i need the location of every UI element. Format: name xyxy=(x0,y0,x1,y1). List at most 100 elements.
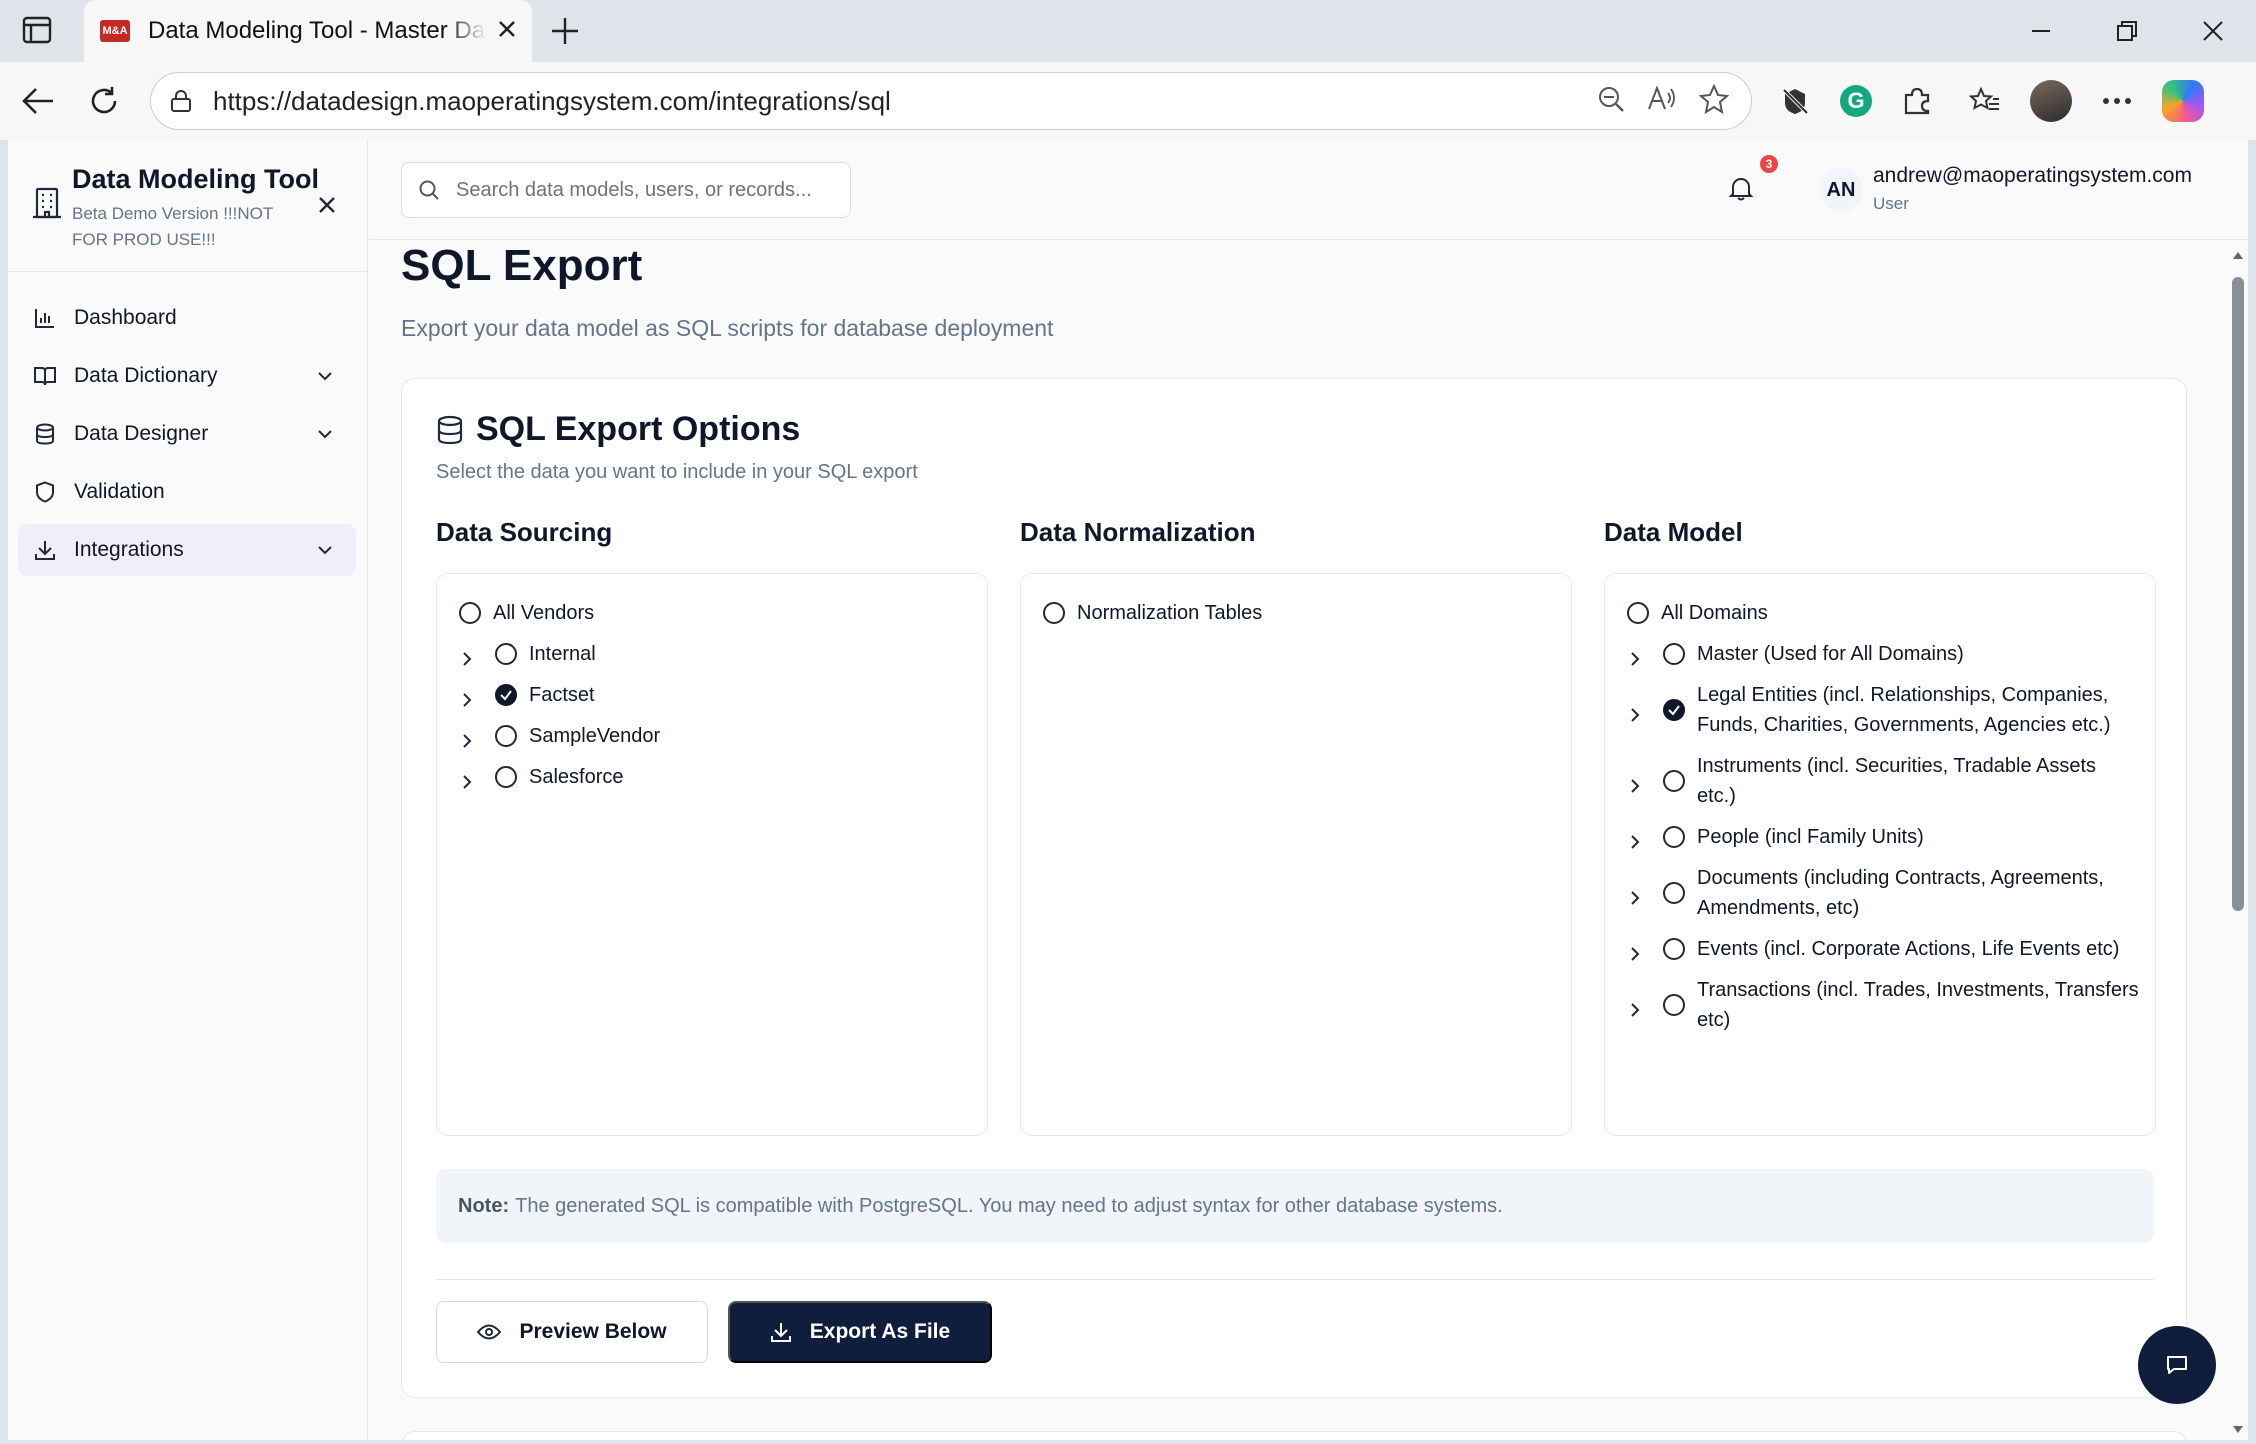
radio-unchecked[interactable] xyxy=(495,725,517,747)
scroll-down-arrow-icon[interactable] xyxy=(2232,1424,2244,1436)
radio-checked[interactable] xyxy=(495,684,517,706)
next-card-edge xyxy=(401,1431,2187,1440)
read-aloud-icon[interactable] xyxy=(1647,84,1677,118)
address-bar[interactable]: https://datadesign.maoperatingsystem.com… xyxy=(150,72,1752,130)
option-transactions[interactable]: Transactions (incl. Trades, Investments,… xyxy=(1605,975,2155,1035)
search-input[interactable] xyxy=(456,178,836,202)
chevron-right-icon[interactable] xyxy=(1627,997,1643,1017)
data-sourcing-box: All Vendors Internal Factset SampleVendo… xyxy=(436,573,988,1136)
window-close-icon[interactable] xyxy=(2170,0,2256,62)
export-as-file-button[interactable]: Export As File xyxy=(728,1301,992,1363)
card-title: SQL Export Options xyxy=(476,410,801,448)
avatar[interactable]: AN xyxy=(1819,168,1863,212)
sidebar-item-data-designer[interactable]: Data Designer xyxy=(18,408,356,460)
download-icon xyxy=(34,539,56,561)
back-arrow-icon[interactable] xyxy=(18,81,58,121)
restore-icon[interactable] xyxy=(2084,0,2170,62)
app-window: Data Modeling Tool Beta Demo Version !!!… xyxy=(8,140,2248,1440)
radio-unchecked[interactable] xyxy=(1663,770,1685,792)
sidebar-item-dashboard[interactable]: Dashboard xyxy=(18,292,356,344)
preview-below-button[interactable]: Preview Below xyxy=(436,1301,708,1363)
radio-unchecked[interactable] xyxy=(495,766,517,788)
chevron-right-icon[interactable] xyxy=(1627,702,1643,722)
checkmark-icon xyxy=(500,690,512,701)
site-info-lock-icon[interactable] xyxy=(169,89,193,113)
reload-icon[interactable] xyxy=(84,81,124,121)
chevron-right-icon[interactable] xyxy=(1627,773,1643,793)
option-factset[interactable]: Factset xyxy=(437,680,987,710)
radio-unchecked[interactable] xyxy=(1043,602,1065,624)
radio-unchecked[interactable] xyxy=(495,643,517,665)
browser-profile-avatar[interactable] xyxy=(2030,80,2072,122)
chevron-right-icon[interactable] xyxy=(1627,646,1643,666)
sidebar-item-data-dictionary[interactable]: Data Dictionary xyxy=(18,350,356,402)
option-all-domains[interactable]: All Domains xyxy=(1605,598,2155,628)
data-sourcing-column: Data Sourcing All Vendors Internal Facts… xyxy=(436,517,988,1136)
sidebar-item-validation[interactable]: Validation xyxy=(18,466,356,518)
data-model-box: All Domains Master (Used for All Domains… xyxy=(1604,573,2156,1136)
option-internal[interactable]: Internal xyxy=(437,639,987,669)
chevron-right-icon[interactable] xyxy=(1627,885,1643,905)
sidebar-menu: Dashboard Data Dictionary Data Designer … xyxy=(18,292,356,582)
option-label: Events (incl. Corporate Actions, Life Ev… xyxy=(1697,938,2120,960)
more-options-icon[interactable] xyxy=(2094,78,2140,124)
option-documents[interactable]: Documents (including Contracts, Agreemen… xyxy=(1605,863,2155,923)
chevron-right-icon[interactable] xyxy=(1627,829,1643,849)
option-legal-entities[interactable]: Legal Entities (incl. Relationships, Com… xyxy=(1605,680,2155,740)
option-people[interactable]: People (incl Family Units) xyxy=(1605,822,2155,852)
sidebar-item-integrations[interactable]: Integrations xyxy=(18,524,356,576)
extensions-puzzle-icon[interactable] xyxy=(1894,78,1940,124)
option-events[interactable]: Events (incl. Corporate Actions, Life Ev… xyxy=(1605,934,2155,964)
user-email[interactable]: andrew@maoperatingsystem.com xyxy=(1873,164,2192,188)
grammarly-icon[interactable]: G xyxy=(1840,85,1872,117)
radio-unchecked[interactable] xyxy=(1663,994,1685,1016)
chevron-right-icon[interactable] xyxy=(1627,941,1643,961)
sidebar-item-label: Data Designer xyxy=(74,422,209,445)
radio-unchecked[interactable] xyxy=(1663,643,1685,665)
chevron-down-icon[interactable] xyxy=(316,541,334,559)
option-all-vendors[interactable]: All Vendors xyxy=(437,598,987,628)
url-text[interactable]: https://datadesign.maoperatingsystem.com… xyxy=(213,86,1597,117)
tab-actions-icon[interactable] xyxy=(22,16,52,44)
app-header: 3 AN andrew@maoperatingsystem.com User xyxy=(369,140,2248,240)
minimize-icon[interactable] xyxy=(1998,0,2084,62)
radio-unchecked[interactable] xyxy=(1627,602,1649,624)
chevron-right-icon[interactable] xyxy=(459,646,475,666)
chevron-down-icon[interactable] xyxy=(316,367,334,385)
radio-unchecked[interactable] xyxy=(459,602,481,624)
tab-title: Data Modeling Tool - Master Data xyxy=(148,17,486,44)
radio-unchecked[interactable] xyxy=(1663,938,1685,960)
scrollbar-thumb[interactable] xyxy=(2232,277,2244,911)
radio-checked[interactable] xyxy=(1663,699,1685,721)
option-master[interactable]: Master (Used for All Domains) xyxy=(1605,639,2155,669)
chevron-down-icon[interactable] xyxy=(316,425,334,443)
app-subtitle: Beta Demo Version !!!NOT FOR PROD USE!!! xyxy=(72,204,273,249)
option-instruments[interactable]: Instruments (incl. Securities, Tradable … xyxy=(1605,751,2155,811)
close-sidebar-icon[interactable] xyxy=(316,194,338,216)
note-label: Note: xyxy=(458,1194,510,1217)
chevron-right-icon[interactable] xyxy=(459,687,475,707)
option-label: Transactions (incl. Trades, Investments,… xyxy=(1697,979,2139,1031)
data-normalization-column: Data Normalization Normalization Tables xyxy=(1020,517,1572,1136)
browser-tab[interactable]: M&A Data Modeling Tool - Master Data xyxy=(84,0,532,62)
zoom-out-icon[interactable] xyxy=(1597,85,1625,118)
new-tab-plus-icon[interactable] xyxy=(548,14,582,48)
radio-unchecked[interactable] xyxy=(1663,882,1685,904)
radio-unchecked[interactable] xyxy=(1663,826,1685,848)
favorite-star-icon[interactable] xyxy=(1698,83,1730,119)
search-box[interactable] xyxy=(401,162,851,218)
extensions-area: G xyxy=(1772,78,2204,124)
option-salesforce[interactable]: Salesforce xyxy=(437,762,987,792)
favorites-list-icon[interactable] xyxy=(1962,78,2008,124)
close-icon[interactable] xyxy=(496,18,518,45)
option-samplevendor[interactable]: SampleVendor xyxy=(437,721,987,751)
tracking-prevention-icon[interactable] xyxy=(1772,78,1818,124)
chat-button[interactable] xyxy=(2138,1326,2216,1404)
option-normalization-tables[interactable]: Normalization Tables xyxy=(1021,598,1571,628)
copilot-icon[interactable] xyxy=(2162,80,2204,122)
chevron-right-icon[interactable] xyxy=(459,769,475,789)
scrollbar[interactable] xyxy=(2228,241,2248,1440)
scroll-up-arrow-icon[interactable] xyxy=(2232,249,2244,261)
chevron-right-icon[interactable] xyxy=(459,728,475,748)
bell-icon[interactable] xyxy=(1727,174,1755,202)
